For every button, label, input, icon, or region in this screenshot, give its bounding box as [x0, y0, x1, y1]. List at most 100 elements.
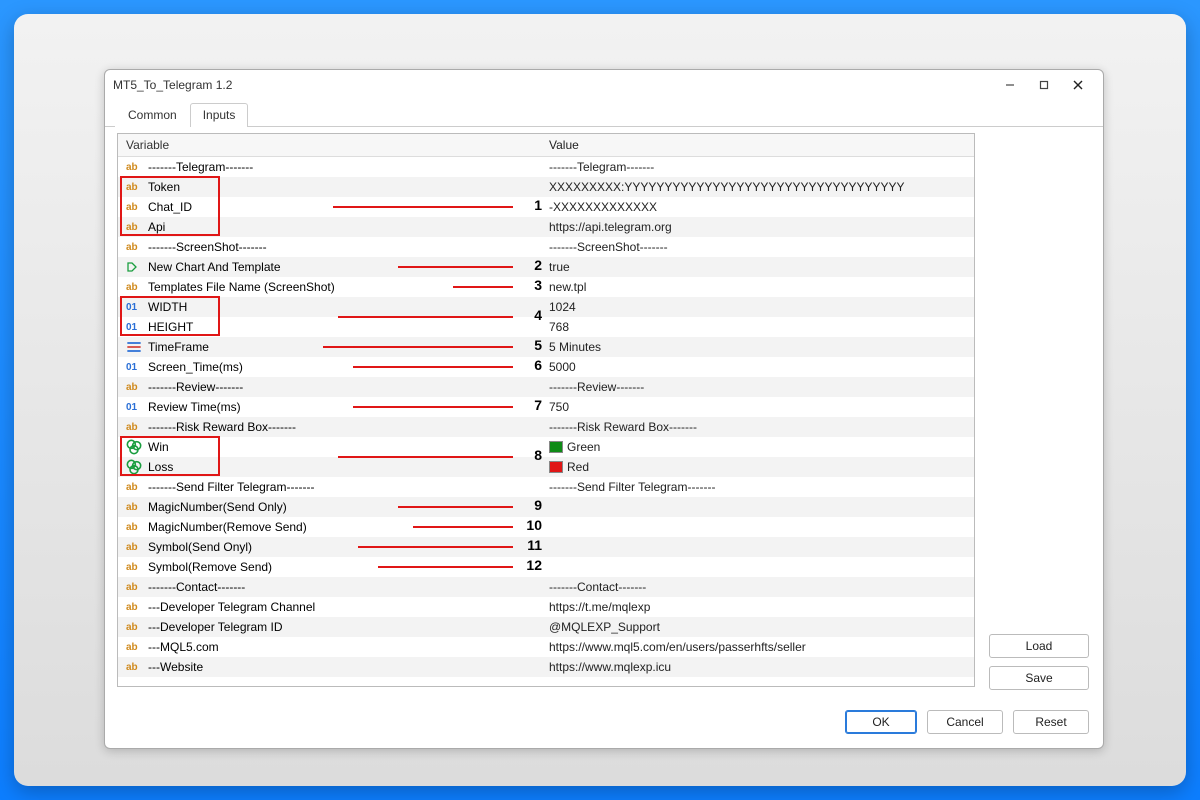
value-cell[interactable]: 750 [543, 397, 974, 417]
value-cell[interactable]: -------Contact------- [543, 577, 974, 597]
variable-name: Token [148, 180, 180, 194]
value-text: https://www.mqlexp.icu [549, 660, 671, 674]
bool-type-icon [126, 260, 142, 274]
table-row[interactable]: abChat_ID-XXXXXXXXXXXXX [118, 197, 974, 217]
table-row[interactable]: ab-------Send Filter Telegram-----------… [118, 477, 974, 497]
cancel-button[interactable]: Cancel [927, 710, 1003, 734]
string-type-icon: ab [126, 480, 142, 494]
table-row[interactable]: TimeFrame5 Minutes [118, 337, 974, 357]
table-row[interactable]: ab-------Risk Reward Box--------------Ri… [118, 417, 974, 437]
bottom-buttons: OK Cancel Reset [845, 710, 1089, 734]
value-cell[interactable]: 768 [543, 317, 974, 337]
tab-common[interactable]: Common [115, 103, 190, 127]
variable-name: ---Developer Telegram Channel [148, 600, 315, 614]
value-cell[interactable]: 1024 [543, 297, 974, 317]
variable-name: Chat_ID [148, 200, 192, 214]
value-cell[interactable] [543, 497, 974, 517]
string-type-icon: ab [126, 220, 142, 234]
variable-cell: ab -------Telegram------- [118, 157, 543, 177]
variable-cell: ab-------Contact------- [118, 577, 543, 597]
value-text: Green [567, 440, 600, 454]
string-type-icon: ab [126, 500, 142, 514]
value-cell[interactable]: 5000 [543, 357, 974, 377]
table-row[interactable]: abTokenXXXXXXXXX:YYYYYYYYYYYYYYYYYYYYYYY… [118, 177, 974, 197]
ok-button[interactable]: OK [845, 710, 917, 734]
table-row[interactable]: abSymbol(Send Onyl) [118, 537, 974, 557]
value-text: Red [567, 460, 589, 474]
variable-name: -------ScreenShot------- [148, 240, 267, 254]
table-row[interactable]: New Chart And Templatetrue [118, 257, 974, 277]
table-row[interactable]: Win Green [118, 437, 974, 457]
table-row[interactable]: abSymbol(Remove Send) [118, 557, 974, 577]
save-button[interactable]: Save [989, 666, 1089, 690]
grid-header: Variable Value [118, 134, 974, 157]
variable-cell: Loss [118, 457, 543, 477]
value-cell[interactable] [543, 537, 974, 557]
value-text: https://www.mql5.com/en/users/passerhfts… [549, 640, 806, 654]
table-row[interactable]: ab MagicNumber(Send Only) [118, 497, 974, 517]
value-cell[interactable]: https://www.mqlexp.icu [543, 657, 974, 677]
variable-cell: ab---Developer Telegram ID [118, 617, 543, 637]
table-row[interactable]: ab ---MQL5.com https://www.mql5.com/en/use… [118, 637, 974, 657]
table-row[interactable]: 01HEIGHT768 [118, 317, 974, 337]
value-cell[interactable]: https://www.mql5.com/en/users/passerhfts… [543, 637, 974, 657]
value-cell[interactable]: -------Send Filter Telegram------- [543, 477, 974, 497]
value-text: -------Send Filter Telegram------- [549, 480, 715, 494]
table-row[interactable]: ab-------Review--------------Review-----… [118, 377, 974, 397]
value-cell[interactable] [543, 557, 974, 577]
value-cell[interactable]: true [543, 257, 974, 277]
value-text: https://api.telegram.org [549, 220, 672, 234]
variable-cell: New Chart And Template [118, 257, 543, 277]
table-row[interactable]: ab---Websitehttps://www.mqlexp.icu [118, 657, 974, 677]
value-cell[interactable]: -XXXXXXXXXXXXX [543, 197, 974, 217]
int-type-icon: 01 [126, 300, 142, 314]
variable-name: MagicNumber(Remove Send) [148, 520, 307, 534]
table-row[interactable]: ab---Developer Telegram Channelhttps://t… [118, 597, 974, 617]
value-cell[interactable]: -------Review------- [543, 377, 974, 397]
table-row[interactable]: 01Screen_Time(ms)5000 [118, 357, 974, 377]
string-type-icon: ab [126, 280, 142, 294]
value-cell[interactable]: https://t.me/mqlexp [543, 597, 974, 617]
value-text: -------Telegram------- [549, 160, 654, 174]
variable-name: Review Time(ms) [148, 400, 241, 414]
reset-button[interactable]: Reset [1013, 710, 1089, 734]
variable-name: -------Telegram------- [148, 160, 253, 174]
maximize-button[interactable] [1027, 74, 1061, 96]
color-swatch [549, 461, 563, 473]
value-cell[interactable]: Green [543, 437, 974, 457]
close-button[interactable] [1061, 74, 1095, 96]
value-cell[interactable]: new.tpl [543, 277, 974, 297]
variable-name: MagicNumber(Send Only) [148, 500, 287, 514]
table-row[interactable]: ab---Developer Telegram ID@MQLEXP_Suppor… [118, 617, 974, 637]
value-cell[interactable]: XXXXXXXXX:YYYYYYYYYYYYYYYYYYYYYYYYYYYYYY… [543, 177, 974, 197]
value-cell[interactable]: https://api.telegram.org [543, 217, 974, 237]
table-row[interactable]: abApihttps://api.telegram.org [118, 217, 974, 237]
value-cell[interactable]: @MQLEXP_Support [543, 617, 974, 637]
tab-inputs[interactable]: Inputs [190, 103, 249, 127]
variable-cell: TimeFrame [118, 337, 543, 357]
value-cell[interactable]: 5 Minutes [543, 337, 974, 357]
value-cell[interactable] [543, 517, 974, 537]
load-button[interactable]: Load [989, 634, 1089, 658]
window-title: MT5_To_Telegram 1.2 [113, 78, 232, 92]
table-row[interactable]: 01WIDTH1024 [118, 297, 974, 317]
value-cell[interactable]: Red [543, 457, 974, 477]
variable-name: ---MQL5.com [148, 640, 219, 654]
variable-cell: 01Review Time(ms) [118, 397, 543, 417]
table-row[interactable]: ab -------Telegram------- -------Telegram-… [118, 157, 974, 177]
table-row[interactable]: abMagicNumber(Remove Send) [118, 517, 974, 537]
table-row[interactable]: 01Review Time(ms)750 [118, 397, 974, 417]
variable-cell: Win [118, 437, 543, 457]
string-type-icon: ab [126, 160, 142, 174]
value-cell[interactable]: -------ScreenShot------- [543, 237, 974, 257]
table-row[interactable]: ab-------Contact--------------Contact---… [118, 577, 974, 597]
value-text: -------ScreenShot------- [549, 240, 668, 254]
table-row[interactable]: ab -------ScreenShot------- -------ScreenS… [118, 237, 974, 257]
string-type-icon: ab [126, 640, 142, 654]
minimize-button[interactable] [993, 74, 1027, 96]
table-row[interactable]: abTemplates File Name (ScreenShot)new.tp… [118, 277, 974, 297]
value-cell[interactable]: -------Risk Reward Box------- [543, 417, 974, 437]
string-type-icon: ab [126, 240, 142, 254]
table-row[interactable]: Loss Red [118, 457, 974, 477]
value-cell[interactable]: -------Telegram------- [543, 157, 974, 177]
